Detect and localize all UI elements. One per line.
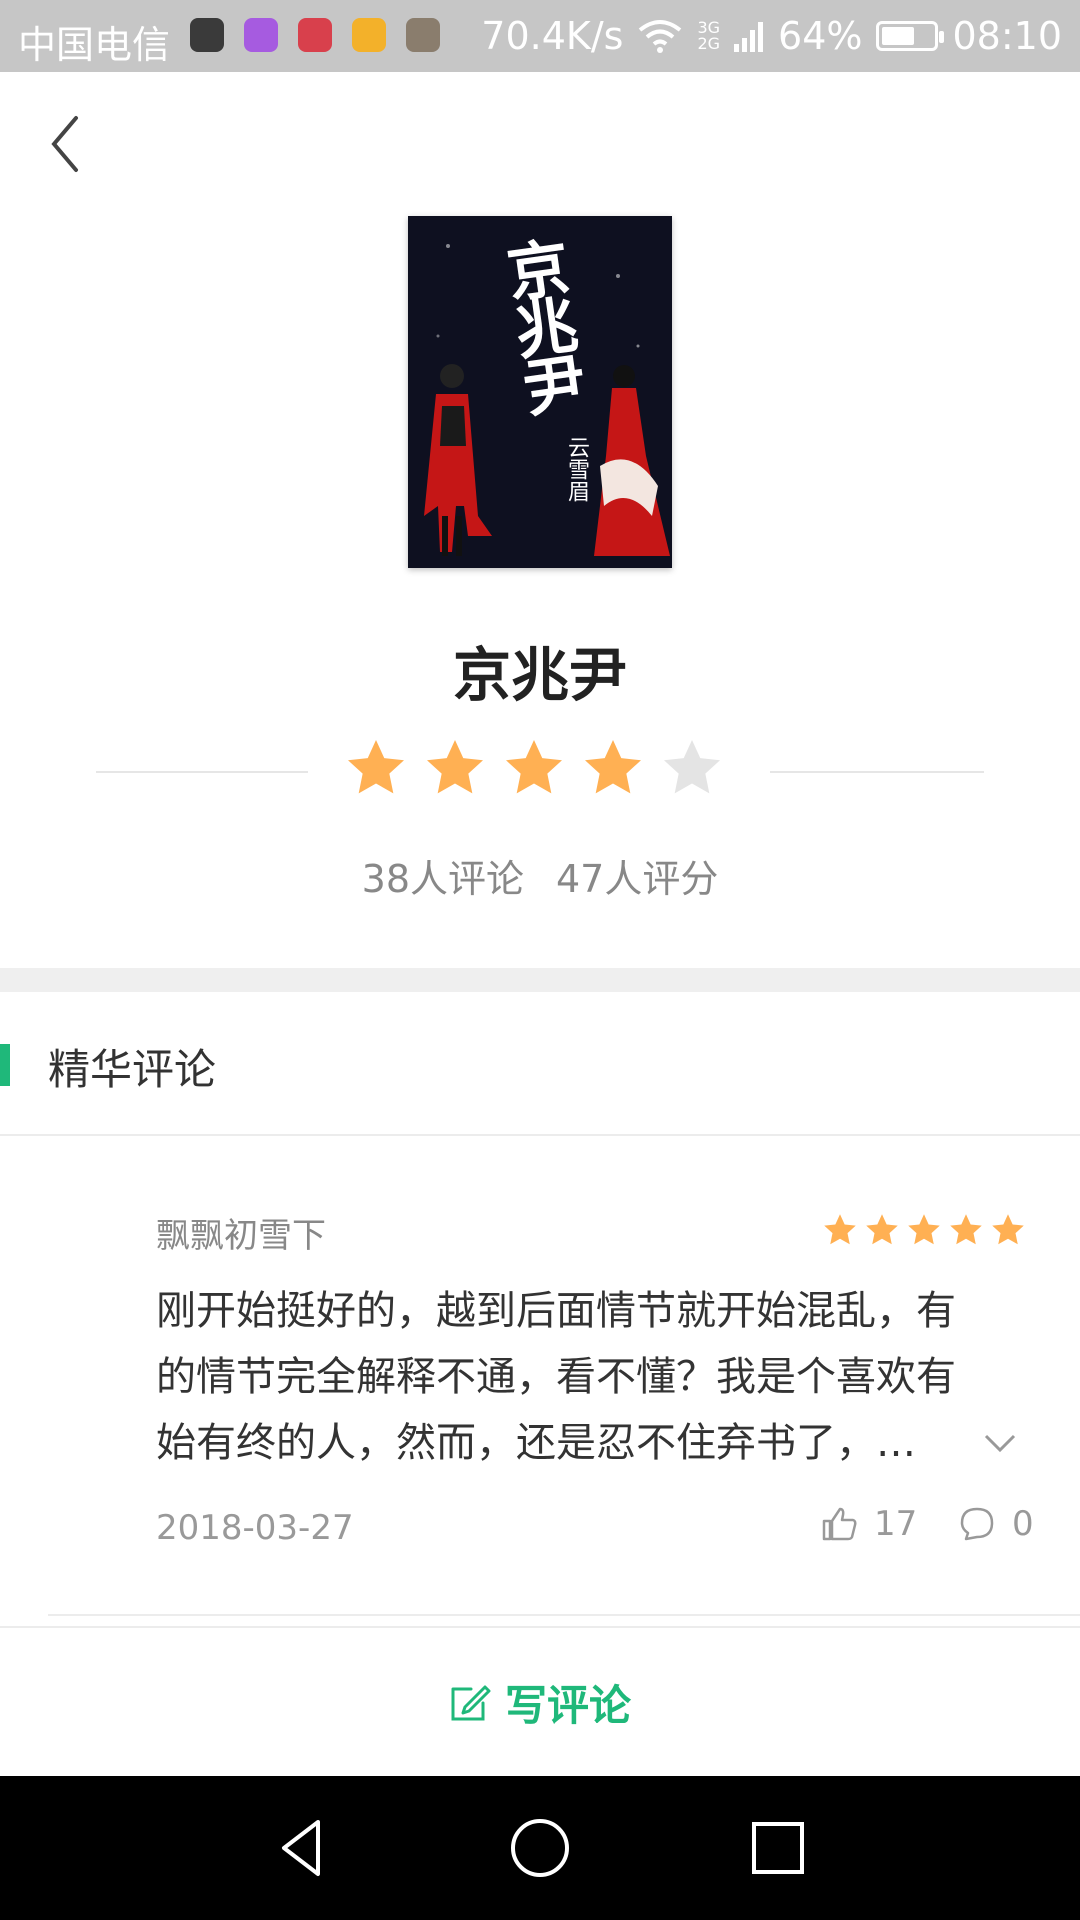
review-username[interactable]: 飘飘初雪下 [156, 1208, 326, 1257]
back-arrow-icon [51, 116, 78, 172]
star-filled-icon [950, 1214, 982, 1245]
comment-count: 38人评论 [361, 857, 524, 901]
review-text[interactable]: 刚开始挺好的，越到后面情节就开始混乱，有 的情节完全解释不通，看不懂？我是个喜欢… [156, 1278, 1006, 1476]
status-bar: 中国电信 70.4K/s 3G 2G 64% 08:10 [0, 0, 1080, 72]
battery-percent: 64% [778, 14, 863, 58]
back-button[interactable] [40, 110, 100, 180]
featured-reviews-title: 精华评论 [48, 1045, 217, 1094]
like-count: 17 [874, 1504, 918, 1544]
review-text-line: 的情节完全解释不通，看不懂？我是个喜欢有 [156, 1354, 956, 1400]
nav-home-button[interactable] [504, 1812, 576, 1884]
nav-back-button[interactable] [266, 1812, 338, 1884]
battery-fill [882, 27, 915, 45]
write-review-button[interactable]: 写评论 [0, 1628, 1080, 1776]
battery-icon [876, 21, 945, 51]
system-navigation-bar [0, 1776, 1080, 1920]
book-title: 京兆尹 [452, 641, 627, 709]
book-rating-stars [344, 736, 724, 806]
star-filled-icon [908, 1214, 940, 1245]
review-date: 2018-03-27 [156, 1508, 354, 1548]
gallery-notification-icon [244, 18, 278, 52]
star-empty-icon [664, 740, 720, 794]
rating-divider-left [96, 771, 308, 773]
section-accent-bar [0, 1044, 10, 1086]
carrier-label: 中国电信 [18, 23, 171, 67]
shield-notification-icon [406, 18, 440, 52]
review-separator [48, 1614, 1080, 1616]
signal-icon [734, 22, 764, 52]
header-separator [0, 1134, 1080, 1136]
status-right-group: 70.4K/s 3G 2G 64% 08:10 [481, 14, 1062, 58]
comment-bubble-icon [960, 1507, 994, 1541]
cover-author: 云雪眉 [564, 436, 589, 502]
clock: 08:10 [952, 14, 1062, 58]
star-filled-icon [348, 740, 404, 794]
rating-divider-right [770, 771, 984, 773]
circle-home-icon [511, 1819, 569, 1877]
star-filled-icon [506, 740, 562, 794]
rating-count: 47人评分 [556, 857, 719, 901]
star-filled-icon [992, 1214, 1024, 1245]
triangle-back-icon [282, 1820, 320, 1876]
thumb-up-icon [822, 1507, 857, 1541]
hand-notification-icon [352, 18, 386, 52]
nav-recents-button[interactable] [742, 1812, 814, 1884]
star-filled-icon [824, 1214, 856, 1245]
edit-icon [451, 1685, 491, 1721]
network-type: 3G 2G [697, 20, 720, 52]
expand-review-button[interactable] [980, 1424, 1020, 1464]
star-filled-icon [585, 740, 641, 794]
comment-button[interactable]: 0 [958, 1504, 1034, 1544]
review-text-line: 始有终的人，然而，还是忍不住弃书了，… [156, 1420, 916, 1466]
net-speed: 70.4K/s [481, 14, 624, 58]
network-type-bottom: 2G [697, 34, 721, 53]
chevron-down-icon [984, 1434, 1016, 1453]
review-stats: 38人评论 47人评分 [0, 848, 1080, 903]
write-review-label: 写评论 [504, 1680, 631, 1730]
comment-count-review: 0 [1012, 1504, 1034, 1544]
square-recents-icon [752, 1822, 804, 1874]
review-rating-stars [822, 1212, 1026, 1252]
book-cover[interactable]: 京兆尹 云雪眉 [408, 216, 672, 568]
star-filled-icon [427, 740, 483, 794]
section-gap [0, 968, 1080, 992]
book-app-notification-icon [190, 18, 224, 52]
wifi-icon [639, 20, 682, 53]
star-filled-icon [866, 1214, 898, 1245]
like-button[interactable]: 17 [820, 1504, 917, 1544]
huawei-notification-icon [298, 18, 332, 52]
review-text-line: 刚开始挺好的，越到后面情节就开始混乱，有 [156, 1288, 956, 1334]
